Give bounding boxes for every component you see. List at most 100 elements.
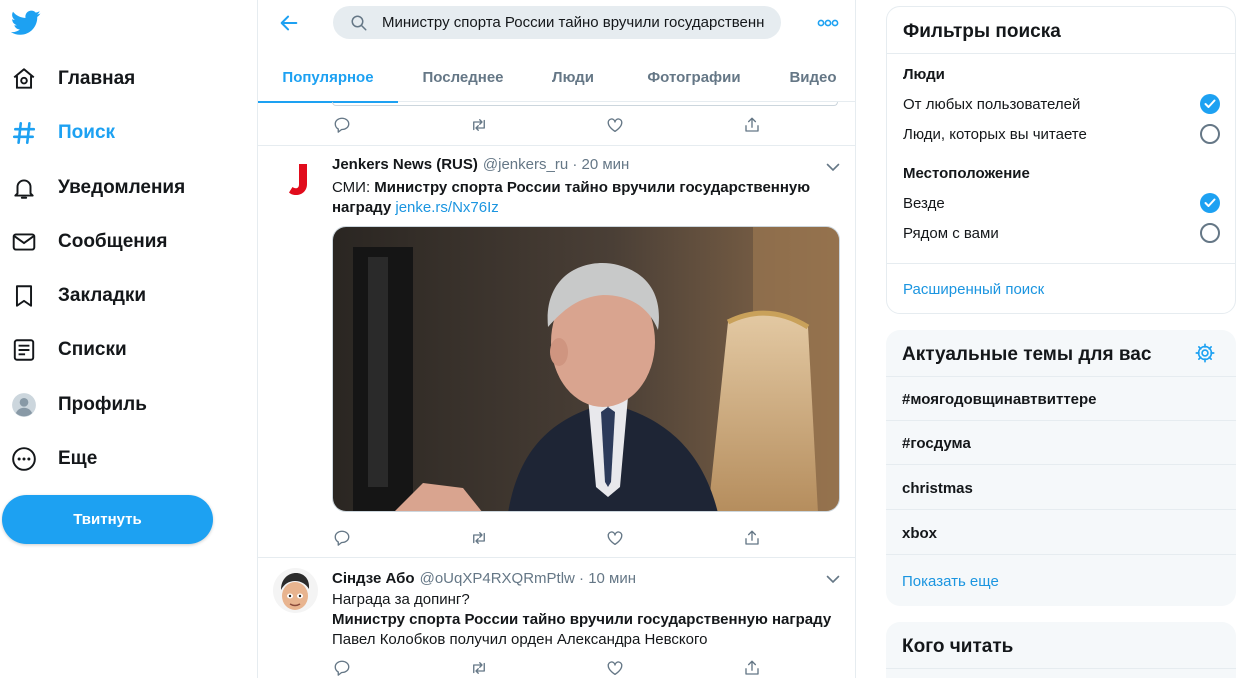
author-name[interactable]: Jenkers News (RUS) (332, 156, 478, 173)
like-icon[interactable] (605, 115, 625, 135)
tab-latest[interactable]: Последнее (398, 52, 528, 102)
filter-people-label: Люди (903, 66, 945, 83)
tab-photos[interactable]: Фотографии (618, 52, 770, 102)
search-input[interactable]: Министру спорта России тайно вручили гос… (333, 6, 781, 39)
author-name[interactable]: Сiндзе Або (332, 570, 415, 587)
avatar[interactable] (273, 156, 318, 201)
search-results-column: Министру спорта России тайно вручили гос… (257, 0, 856, 678)
author-handle-time: @oUqXP4RXQRmPtlw · 10 мин (419, 570, 637, 587)
reply-icon[interactable] (332, 658, 352, 678)
more-circle-icon (10, 445, 38, 473)
search-tabs: Популярное Последнее Люди Фотографии Вид… (258, 52, 855, 103)
author-handle-time: @jenkers_ru · 20 мин (482, 156, 630, 173)
tab-videos[interactable]: Видео (770, 52, 855, 102)
nav-label-search: Поиск (58, 122, 116, 143)
avatar[interactable] (273, 568, 318, 613)
retweet-icon[interactable] (469, 658, 489, 678)
tweet-text-line: Награда за допинг? (332, 591, 470, 608)
retweet-icon[interactable] (469, 115, 489, 135)
nav-item-messages[interactable]: Сообщения (10, 222, 168, 262)
tweet-photo[interactable] (332, 226, 840, 512)
nav-item-lists[interactable]: Списки (10, 330, 127, 370)
nav-label-home: Главная (58, 68, 136, 89)
mail-icon (10, 228, 38, 256)
advanced-search-link[interactable]: Расширенный поиск (903, 281, 1044, 298)
tweet-header: Сiндзе Або @oUqXP4RXQRmPtlw · 10 мин (332, 570, 636, 587)
radio-checked-icon[interactable] (1200, 94, 1220, 114)
reply-icon[interactable] (332, 115, 352, 135)
trend-item[interactable]: #госдума (902, 435, 971, 452)
filter-option-near-you[interactable]: Рядом с вами (903, 225, 999, 242)
search-filters-card: Фильтры поиска Люди От любых пользовател… (886, 6, 1236, 314)
radio-unchecked-icon[interactable] (1200, 223, 1220, 243)
nav-item-home[interactable]: Главная (10, 59, 135, 99)
filter-option-anywhere[interactable]: Везде (903, 195, 945, 212)
left-navigation: Главная Поиск Уведомления Сообщения Закл… (0, 0, 257, 678)
retweet-icon[interactable] (469, 528, 489, 548)
nav-item-notifications[interactable]: Уведомления (10, 168, 185, 208)
trends-title: Актуальные темы для вас (902, 344, 1152, 365)
nav-item-bookmarks[interactable]: Закладки (10, 276, 146, 316)
chevron-down-icon[interactable] (824, 160, 842, 174)
filter-location-label: Местоположение (903, 165, 1030, 182)
radio-unchecked-icon[interactable] (1200, 124, 1220, 144)
tweet-button[interactable]: Твитнуть (2, 495, 213, 544)
divider (886, 420, 1236, 421)
tweet-text: СМИ: Министру спорта России тайно вручил… (332, 178, 832, 218)
tab-top[interactable]: Популярное (258, 52, 398, 103)
bookmark-icon (10, 282, 38, 310)
divider (886, 376, 1236, 377)
who-to-follow-card: Кого читать (886, 622, 1236, 678)
photo-image (333, 227, 839, 511)
tweet-text-line: Павел Колобков получил орден Александра … (332, 631, 708, 648)
who-to-follow-title: Кого читать (902, 636, 1014, 657)
filter-option-following[interactable]: Люди, которых вы читаете (903, 126, 1087, 143)
nav-label-more: Еще (58, 448, 98, 469)
filters-title: Фильтры поиска (903, 21, 1061, 42)
bell-icon (10, 174, 38, 202)
like-icon[interactable] (605, 528, 625, 548)
tweet-header: Jenkers News (RUS) @jenkers_ru · 20 мин (332, 156, 629, 173)
trend-item[interactable]: xbox (902, 525, 937, 542)
gear-icon[interactable] (1194, 342, 1216, 364)
divider (886, 464, 1236, 465)
share-icon[interactable] (742, 658, 762, 678)
filter-option-anyone[interactable]: От любых пользователей (903, 96, 1080, 113)
chevron-down-icon[interactable] (824, 572, 842, 586)
radio-checked-icon[interactable] (1200, 193, 1220, 213)
tweet-jenkers-news[interactable]: Jenkers News (RUS) @jenkers_ru · 20 мин … (258, 146, 855, 557)
profile-icon (10, 391, 38, 419)
nav-label-bookmarks: Закладки (58, 285, 147, 306)
search-query-text: Министру спорта России тайно вручили гос… (382, 14, 765, 31)
nav-label-profile: Профиль (58, 394, 147, 415)
share-icon[interactable] (742, 115, 762, 135)
back-arrow-icon[interactable] (276, 10, 302, 36)
tweet-link[interactable]: jenke.rs/Nx76Iz (395, 199, 498, 216)
search-icon (350, 14, 368, 32)
divider (886, 509, 1236, 510)
nav-item-more[interactable]: Еще (10, 439, 97, 479)
twitter-bird-icon[interactable] (10, 10, 41, 36)
show-more-link[interactable]: Показать еще (902, 573, 999, 590)
tweet-sindze-abo[interactable]: Сiндзе Або @oUqXP4RXQRmPtlw · 10 мин Наг… (258, 558, 855, 678)
reply-icon[interactable] (332, 528, 352, 548)
nav-label-messages: Сообщения (58, 231, 168, 252)
share-icon[interactable] (742, 528, 762, 548)
trends-card: Актуальные темы для вас #моягодовщинавтв… (886, 330, 1236, 606)
tweet-actions (332, 115, 762, 135)
divider (887, 53, 1235, 54)
like-icon[interactable] (605, 658, 625, 678)
trend-item[interactable]: christmas (902, 480, 973, 497)
tweet-text-prefix: СМИ: (332, 179, 375, 196)
tab-people[interactable]: Люди (528, 52, 618, 102)
tweet-text-headline: Министру спорта России тайно вручили гос… (332, 611, 832, 628)
nav-item-search[interactable]: Поиск (10, 113, 115, 153)
nav-item-profile[interactable]: Профиль (10, 385, 147, 425)
more-options-icon[interactable] (816, 12, 840, 34)
nav-label-notifications: Уведомления (58, 177, 186, 198)
divider (886, 668, 1236, 669)
previous-tweet-media-edge (332, 102, 838, 106)
trend-item[interactable]: #моягодовщинавтвиттере (902, 391, 1097, 408)
divider (886, 554, 1236, 555)
nav-label-lists: Списки (58, 339, 127, 360)
